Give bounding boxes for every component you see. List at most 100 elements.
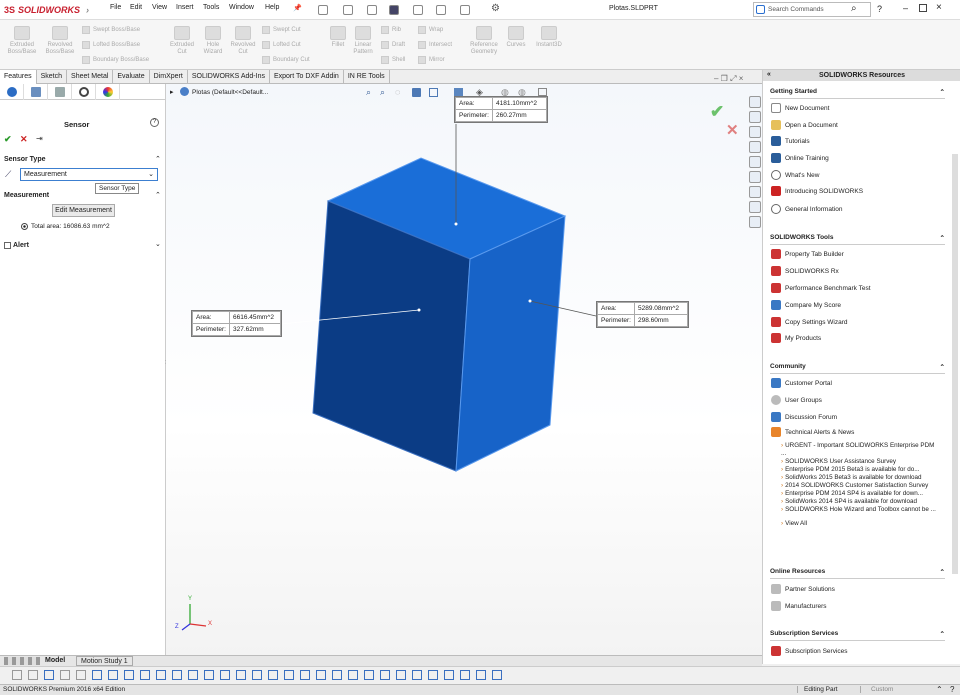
rib-button[interactable]: Rib: [381, 26, 401, 34]
slot-icon[interactable]: [60, 670, 70, 680]
expand-icon[interactable]: ⌄: [155, 240, 161, 248]
menu-view[interactable]: View: [152, 4, 167, 11]
whats-new-link[interactable]: What's New: [771, 170, 819, 180]
discussion-forum-link[interactable]: Discussion Forum: [771, 412, 837, 422]
collapse-task-pane-icon[interactable]: «: [767, 71, 771, 78]
open-icon[interactable]: [343, 5, 353, 15]
arc-icon[interactable]: [92, 670, 102, 680]
plane-icon[interactable]: [172, 670, 182, 680]
collapse-icon[interactable]: ⌃: [940, 568, 945, 576]
appearances-icon[interactable]: [749, 156, 761, 168]
wrap-button[interactable]: Wrap: [418, 26, 443, 34]
trim-icon[interactable]: [236, 670, 246, 680]
tab-sheet-metal[interactable]: Sheet Metal: [67, 70, 114, 84]
menu-window[interactable]: Window: [229, 4, 254, 11]
news-item[interactable]: › SolidWorks 2015 Beta3 is available for …: [781, 474, 941, 482]
sensor-type-select[interactable]: Measurement ⌄: [20, 168, 158, 181]
offset-icon[interactable]: [268, 670, 278, 680]
subscription-services-link[interactable]: Subscription Services: [771, 646, 848, 656]
property-tab-builder-link[interactable]: Property Tab Builder: [771, 249, 844, 259]
copy-entities-icon[interactable]: [364, 670, 374, 680]
save-icon[interactable]: [367, 5, 377, 15]
convert-entities-icon[interactable]: [476, 670, 486, 680]
online-training-link[interactable]: Online Training: [771, 153, 829, 163]
print-icon[interactable]: [389, 5, 399, 15]
general-information-link[interactable]: General Information: [771, 204, 842, 214]
view-palette-icon[interactable]: [749, 141, 761, 153]
tutorials-link[interactable]: Tutorials: [771, 136, 810, 146]
centerline-icon[interactable]: [220, 670, 230, 680]
tab-model[interactable]: Model: [45, 657, 65, 664]
new-document-icon[interactable]: [318, 5, 328, 15]
circle-icon[interactable]: [76, 670, 86, 680]
view-all-link[interactable]: › View All: [781, 520, 941, 528]
intersect-button[interactable]: Intersect: [418, 41, 452, 49]
configuration-manager-tab[interactable]: [48, 84, 72, 100]
line-icon[interactable]: [28, 670, 38, 680]
shell-button[interactable]: Shell: [381, 56, 405, 64]
collapse-icon[interactable]: ⌃: [155, 155, 161, 163]
tab-in-re-tools[interactable]: IN RE Tools: [344, 70, 390, 84]
extruded-cut-button[interactable]: Extruded Cut: [167, 26, 197, 56]
alert-checkbox[interactable]: [4, 242, 11, 249]
menu-file[interactable]: File: [110, 4, 121, 11]
help-icon[interactable]: ?: [150, 118, 159, 127]
gear-icon[interactable]: ⚙: [491, 3, 500, 14]
menu-edit[interactable]: Edit: [130, 4, 142, 11]
rectangle-icon[interactable]: [44, 670, 54, 680]
smart-dimension-icon[interactable]: [12, 670, 22, 680]
property-manager-tab[interactable]: [24, 84, 48, 100]
display-relations-icon[interactable]: [412, 670, 422, 680]
mirror-entities-icon[interactable]: [284, 670, 294, 680]
tab-scroll-arrows[interactable]: [4, 657, 40, 665]
rotate-entities-icon[interactable]: [332, 670, 342, 680]
swept-boss-button[interactable]: Swept Boss/Base: [82, 26, 140, 34]
news-item[interactable]: › Enterprise PDM 2014 SP4 is available fo…: [781, 490, 941, 498]
search-icon[interactable]: ⌕: [851, 3, 857, 14]
news-item[interactable]: › 2014 SOLIDWORKS Customer Satisfaction S…: [781, 482, 941, 490]
user-groups-link[interactable]: User Groups: [771, 395, 822, 405]
news-item[interactable]: › Enterprise PDM 2015 Beta3 is available …: [781, 466, 941, 474]
collapse-icon[interactable]: ⌃: [155, 191, 161, 199]
units-selector[interactable]: Custom: [860, 686, 893, 693]
chevron-up-icon[interactable]: ⌃: [936, 685, 943, 694]
customer-portal-link[interactable]: Customer Portal: [771, 378, 832, 388]
undo-icon[interactable]: [413, 5, 423, 15]
mirror-button[interactable]: Mirror: [418, 56, 445, 64]
fillet-button[interactable]: Fillet: [326, 26, 350, 49]
help-icon[interactable]: ?: [950, 685, 954, 694]
add-relation-icon[interactable]: [396, 670, 406, 680]
news-item[interactable]: › SOLIDWORKS Hole Wizard and Toolbox cann…: [781, 506, 941, 514]
help-icon[interactable]: ?: [877, 4, 882, 14]
collapse-icon[interactable]: ⌃: [940, 363, 945, 371]
scale-entities-icon[interactable]: [348, 670, 358, 680]
spline-icon[interactable]: [124, 670, 134, 680]
collapse-icon[interactable]: ⌃: [940, 88, 945, 96]
curves-button[interactable]: Curves: [503, 26, 529, 49]
text-icon[interactable]: [188, 670, 198, 680]
rapid-sketch-icon[interactable]: [460, 670, 470, 680]
open-document-link[interactable]: Open a Document: [771, 120, 838, 130]
menu-tools[interactable]: Tools: [203, 4, 219, 11]
redo-icon[interactable]: [436, 5, 446, 15]
intersection-curve-icon[interactable]: [492, 670, 502, 680]
new-document-link[interactable]: New Document: [771, 103, 829, 113]
introducing-solidworks-link[interactable]: Introducing SOLIDWORKS: [771, 186, 863, 196]
linear-sketch-pattern-icon[interactable]: [300, 670, 310, 680]
move-entities-icon[interactable]: [316, 670, 326, 680]
custom-properties-icon[interactable]: [749, 171, 761, 183]
display-manager-tab[interactable]: [96, 84, 120, 100]
ok-checkmark-icon[interactable]: ✔: [4, 134, 12, 145]
file-explorer-icon[interactable]: [749, 126, 761, 138]
pin-icon[interactable]: 📌: [293, 4, 302, 12]
lofted-cut-button[interactable]: Lofted Cut: [262, 41, 301, 49]
extruded-boss-button[interactable]: Extruded Boss/Base: [4, 26, 40, 56]
forum-icon[interactable]: [749, 186, 761, 198]
technical-alerts-link[interactable]: Technical Alerts & News: [771, 427, 854, 437]
swept-cut-button[interactable]: Swept Cut: [262, 26, 301, 34]
point-icon[interactable]: [204, 670, 214, 680]
cancel-x-icon[interactable]: ✕: [20, 134, 28, 145]
revolved-boss-button[interactable]: Revolved Boss/Base: [42, 26, 78, 56]
boundary-cut-button[interactable]: Boundary Cut: [262, 56, 310, 64]
task-pane-scrollbar[interactable]: [952, 154, 958, 574]
